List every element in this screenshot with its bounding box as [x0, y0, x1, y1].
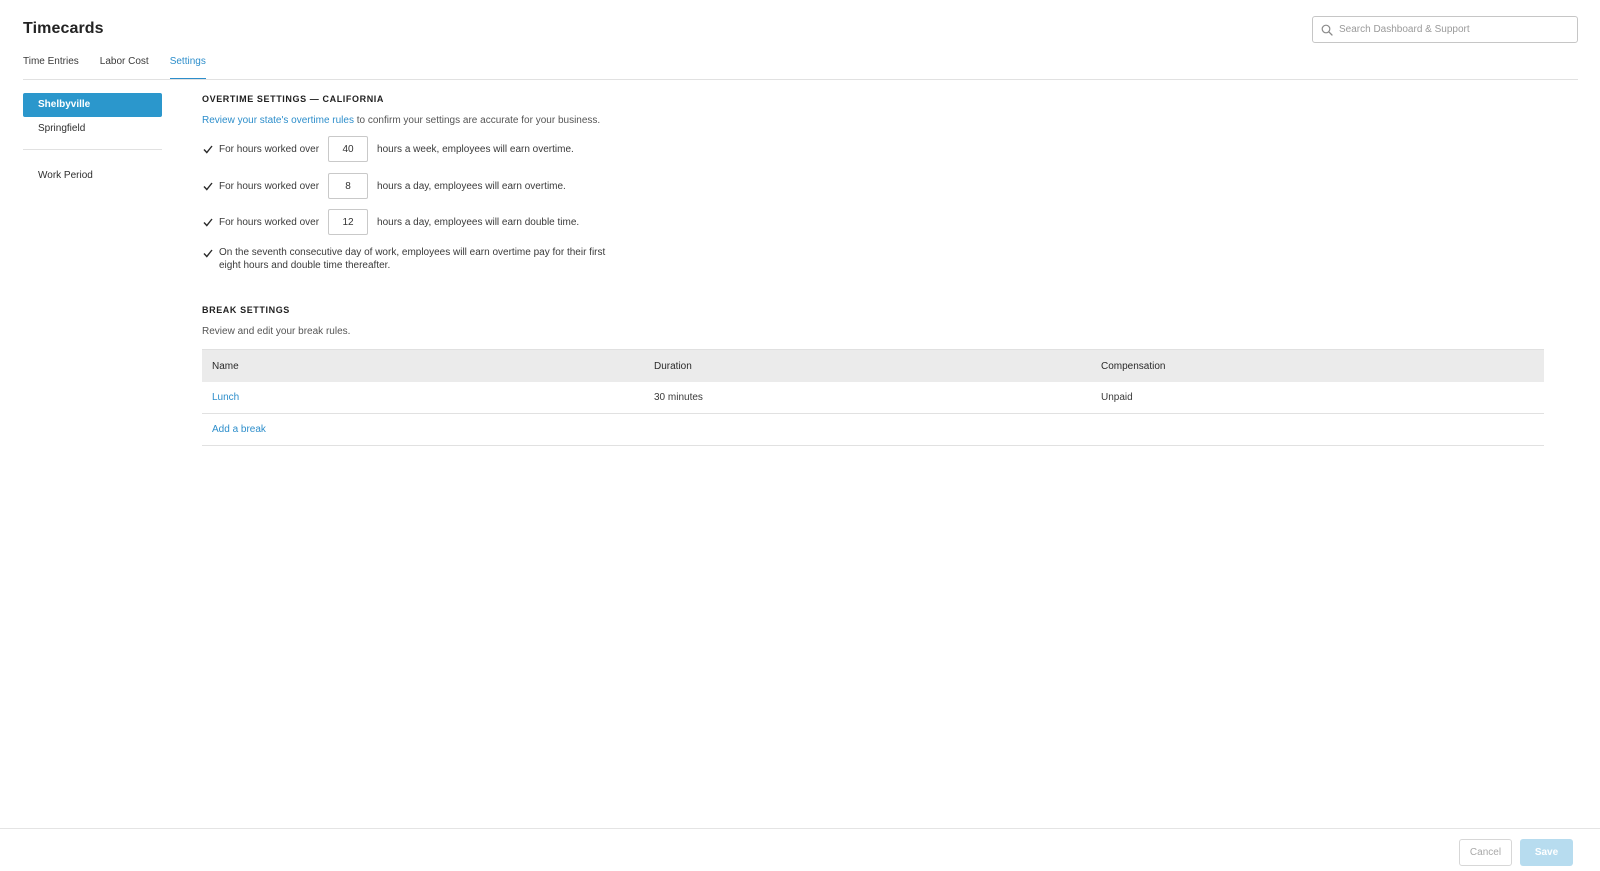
double-time-checkbox[interactable]	[202, 216, 213, 228]
column-header-compensation: Compensation	[1101, 360, 1166, 372]
sidebar-item-shelbyville[interactable]: Shelbyville	[23, 93, 162, 117]
table-header: Name Duration Compensation	[202, 349, 1544, 382]
page-title: Timecards	[23, 20, 104, 37]
break-duration: 30 minutes	[654, 392, 703, 403]
rule-suffix: hours a day, employees will earn double …	[377, 216, 580, 228]
overtime-rules-link[interactable]: Review your state's overtime rules	[202, 115, 354, 126]
checkmark-icon	[202, 145, 213, 154]
seventh-day-line-1: On the seventh consecutive day of work, …	[219, 247, 606, 258]
break-heading: BREAK SETTINGS	[202, 305, 290, 315]
sidebar-divider	[23, 149, 162, 150]
checkmark-icon	[202, 249, 213, 258]
search-box[interactable]	[1312, 16, 1578, 43]
seventh-day-checkbox[interactable]	[202, 247, 213, 259]
location-sidebar: Shelbyville Springfield	[23, 93, 162, 141]
overtime-heading: OVERTIME SETTINGS — CALIFORNIA	[202, 94, 385, 104]
column-header-duration: Duration	[654, 360, 692, 372]
add-break-row: Add a break	[202, 414, 1544, 446]
column-header-name: Name	[212, 360, 239, 372]
tabs-divider	[23, 79, 1578, 80]
table-row: Lunch 30 minutes Unpaid	[202, 382, 1544, 414]
tab-labor-cost[interactable]: Labor Cost	[100, 56, 149, 80]
search-icon	[1315, 17, 1339, 42]
add-break-link[interactable]: Add a break	[212, 424, 266, 435]
overtime-rule-double-time: For hours worked over hours a day, emplo…	[202, 209, 579, 235]
cancel-button[interactable]: Cancel	[1459, 839, 1512, 866]
seventh-day-line-2: eight hours and double time thereafter.	[219, 260, 391, 271]
overtime-rule-weekly: For hours worked over hours a week, empl…	[202, 136, 574, 162]
overtime-rule-seventh-day: On the seventh consecutive day of work, …	[202, 246, 605, 272]
tab-settings[interactable]: Settings	[169, 56, 206, 80]
double-time-hours-input[interactable]	[328, 209, 369, 235]
rule-suffix: hours a week, employees will earn overti…	[377, 143, 574, 155]
sidebar-item-springfield[interactable]: Springfield	[23, 117, 162, 141]
seventh-day-text: On the seventh consecutive day of work, …	[219, 246, 605, 272]
checkmark-icon	[202, 218, 213, 227]
overtime-rule-daily: For hours worked over hours a day, emplo…	[202, 173, 566, 199]
save-button[interactable]: Save	[1520, 839, 1573, 866]
break-compensation: Unpaid	[1101, 392, 1133, 403]
settings-panel: OVERTIME SETTINGS — CALIFORNIA Review yo…	[202, 94, 1544, 446]
footer-divider	[0, 828, 1600, 829]
overtime-intro: Review your state's overtime rules to co…	[202, 115, 1544, 126]
rule-suffix: hours a day, employees will earn overtim…	[377, 180, 566, 192]
break-subtitle: Review and edit your break rules.	[202, 326, 351, 337]
rule-prefix: For hours worked over	[219, 180, 320, 192]
weekly-overtime-checkbox[interactable]	[202, 143, 213, 155]
overtime-intro-text: to confirm your settings are accurate fo…	[353, 115, 601, 126]
tab-bar: Time Entries Labor Cost Settings	[23, 56, 227, 80]
break-name-link[interactable]: Lunch	[212, 392, 239, 403]
break-table: Name Duration Compensation Lunch 30 minu…	[202, 349, 1544, 446]
rule-prefix: For hours worked over	[219, 143, 320, 155]
daily-hours-input[interactable]	[328, 173, 369, 199]
sidebar-item-work-period[interactable]: Work Period	[23, 164, 162, 188]
daily-overtime-checkbox[interactable]	[202, 180, 213, 192]
rule-prefix: For hours worked over	[219, 216, 320, 228]
search-input[interactable]	[1339, 24, 1569, 35]
weekly-hours-input[interactable]	[328, 136, 369, 162]
tab-time-entries[interactable]: Time Entries	[23, 56, 79, 80]
checkmark-icon	[202, 182, 213, 191]
